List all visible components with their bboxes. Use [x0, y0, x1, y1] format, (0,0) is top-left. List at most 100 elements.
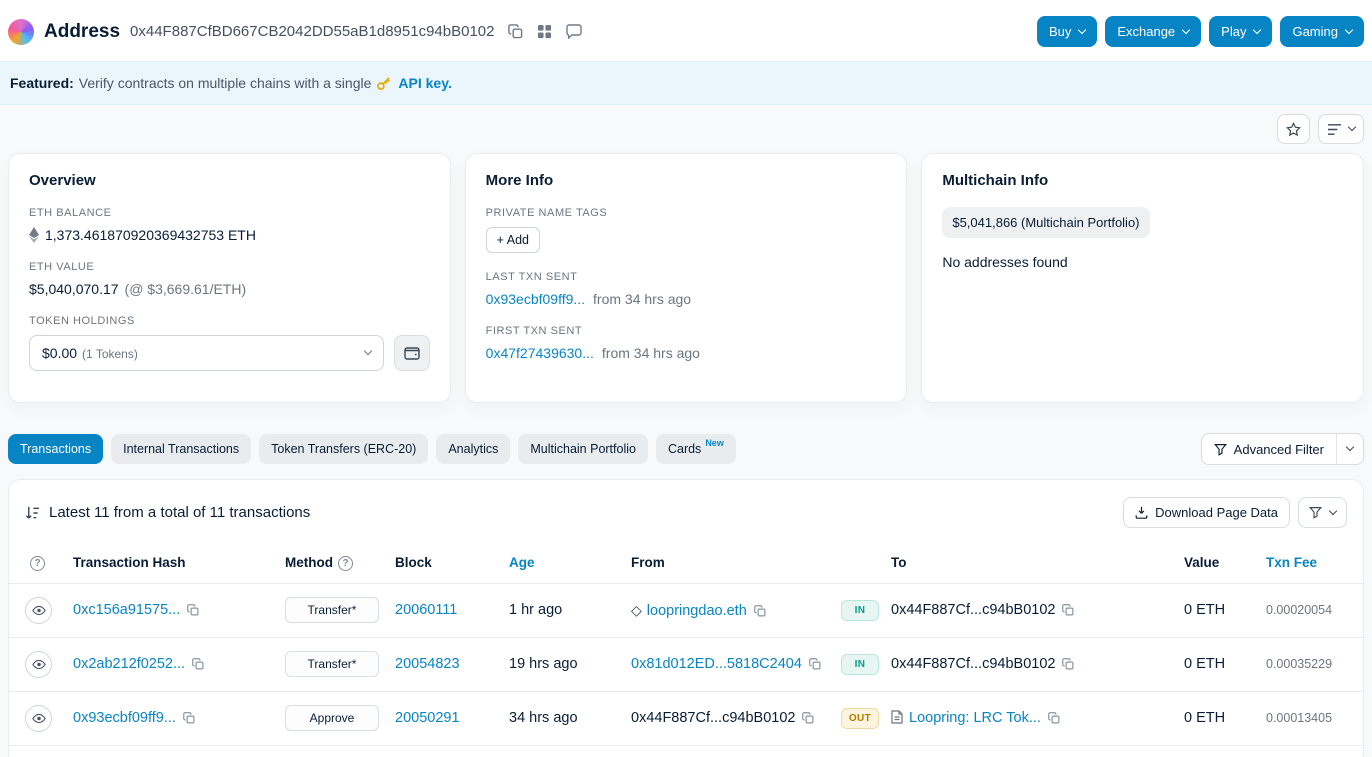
address-value: 0x44F887CfBD667CB2042DD55aB1d8951c94bB01… — [130, 23, 494, 40]
tab-cards[interactable]: CardsNew — [656, 434, 736, 464]
multichain-info-card: Multichain Info $5,041,866 (Multichain P… — [921, 153, 1364, 403]
from-address[interactable]: loopringdao.eth — [647, 603, 747, 619]
copy-icon[interactable] — [754, 605, 766, 617]
to-address[interactable]: 0x44F887Cf...c94bB0102 — [891, 602, 1055, 618]
eth-icon — [29, 227, 39, 243]
transactions-card: Latest 11 from a total of 11 transaction… — [8, 479, 1364, 757]
col-txn-fee[interactable]: Txn Fee — [1258, 545, 1363, 583]
copy-icon[interactable] — [183, 712, 195, 724]
eye-icon[interactable] — [25, 651, 52, 678]
table-row: 0x2ab212f0252... Transfer* 20054823 19 h… — [9, 637, 1363, 691]
first-txn-sent-label: FIRST TXN SENT — [486, 325, 887, 337]
new-badge: New — [705, 438, 724, 448]
tab-multichain-portfolio[interactable]: Multichain Portfolio — [518, 434, 648, 464]
block-link[interactable]: 20060111 — [395, 602, 457, 618]
sort-icon — [25, 506, 40, 520]
copy-icon[interactable] — [1062, 658, 1074, 670]
copy-icon[interactable] — [192, 658, 204, 670]
view-toggle-button[interactable] — [1318, 114, 1364, 144]
tab-analytics[interactable]: Analytics — [436, 434, 510, 464]
col-method: Method? — [277, 545, 387, 583]
last-txn-hash-link[interactable]: 0x93ecbf09ff9... — [486, 291, 585, 307]
token-holdings-select[interactable]: $0.00 (1 Tokens) — [29, 335, 384, 371]
txn-value: 0 ETH — [1184, 656, 1225, 672]
chevron-down-icon — [1346, 443, 1354, 451]
txn-hash-link[interactable]: 0x2ab212f0252... — [73, 656, 185, 672]
to-address[interactable]: 0x44F887Cf...c94bB0102 — [891, 656, 1055, 672]
more-info-title: More Info — [486, 172, 887, 189]
copy-icon[interactable] — [187, 604, 199, 616]
buy-button[interactable]: Buy — [1037, 16, 1097, 47]
txn-fee: 0.00020054 — [1266, 603, 1332, 617]
direction-badge: IN — [841, 654, 879, 675]
from-address[interactable]: 0x44F887Cf...c94bB0102 — [631, 710, 795, 726]
eth-value: $5,040,070.17 — [29, 281, 119, 297]
last-txn-sent-label: LAST TXN SENT — [486, 271, 887, 283]
help-icon[interactable]: ? — [30, 556, 45, 571]
overview-title: Overview — [29, 172, 430, 189]
chevron-down-icon — [363, 347, 371, 355]
advanced-filter-button: Advanced Filter — [1201, 433, 1364, 465]
chevron-down-icon — [1253, 25, 1261, 33]
advanced-filter-dropdown[interactable] — [1336, 434, 1363, 464]
from-address[interactable]: 0x81d012ED...5818C2404 — [631, 656, 802, 672]
method-badge: Approve — [285, 705, 379, 731]
featured-text: Verify contracts on multiple chains with… — [79, 75, 372, 91]
download-page-data-button[interactable]: Download Page Data — [1123, 497, 1290, 528]
col-value: Value — [1176, 545, 1258, 583]
block-link[interactable]: 20054823 — [395, 656, 460, 672]
col-age[interactable]: Age — [501, 545, 623, 583]
col-from: From — [623, 545, 833, 583]
first-txn-hash-link[interactable]: 0x47f27439630... — [486, 345, 594, 361]
advanced-filter-main[interactable]: Advanced Filter — [1202, 434, 1336, 464]
col-direction — [833, 545, 883, 583]
tab-bar: Transactions Internal Transactions Token… — [8, 434, 736, 464]
txn-hash-link[interactable]: 0xc156a91575... — [73, 602, 180, 618]
txn-value: 0 ETH — [1184, 710, 1225, 726]
method-badge: Transfer* — [285, 651, 379, 677]
tab-transactions[interactable]: Transactions — [8, 434, 103, 464]
txn-hash-link[interactable]: 0x93ecbf09ff9... — [73, 710, 176, 726]
copy-icon[interactable] — [1062, 604, 1074, 616]
comment-icon[interactable] — [566, 24, 582, 39]
col-block: Block — [387, 545, 501, 583]
gaming-button[interactable]: Gaming — [1280, 16, 1364, 47]
txn-fee: 0.00013405 — [1266, 711, 1332, 725]
col-transaction-hash: Transaction Hash — [65, 545, 277, 583]
wallet-button[interactable] — [394, 335, 430, 371]
direction-badge: IN — [841, 600, 879, 621]
exchange-button[interactable]: Exchange — [1105, 16, 1201, 47]
funnel-icon — [1309, 506, 1322, 519]
help-icon[interactable]: ? — [338, 556, 353, 571]
page-title: Address — [44, 21, 120, 43]
api-key-link[interactable]: API key. — [398, 75, 451, 91]
copy-address-icon[interactable] — [508, 24, 523, 39]
token-holdings-count: (1 Tokens) — [82, 347, 138, 361]
favorite-star-button[interactable] — [1277, 114, 1310, 144]
copy-icon[interactable] — [809, 658, 821, 670]
eye-icon[interactable] — [25, 597, 52, 624]
multichain-portfolio-badge[interactable]: $5,041,866 (Multichain Portfolio) — [942, 207, 1149, 238]
chevron-down-icon — [1329, 506, 1337, 514]
chevron-down-icon — [1345, 25, 1353, 33]
to-address[interactable]: Loopring: LRC Tok... — [909, 710, 1041, 726]
table-filter-button[interactable] — [1298, 497, 1347, 528]
chevron-down-icon — [1348, 123, 1356, 131]
direction-badge: OUT — [841, 708, 879, 729]
chevron-down-icon — [1078, 25, 1086, 33]
play-button[interactable]: Play — [1209, 16, 1272, 47]
add-name-tag-button[interactable]: + Add — [486, 227, 540, 253]
copy-icon[interactable] — [1048, 712, 1060, 724]
tab-token-transfers[interactable]: Token Transfers (ERC-20) — [259, 434, 428, 464]
copy-icon[interactable] — [802, 712, 814, 724]
more-info-card: More Info PRIVATE NAME TAGS + Add LAST T… — [465, 153, 908, 403]
chevron-down-icon — [1182, 25, 1190, 33]
multichain-title: Multichain Info — [942, 172, 1343, 189]
eye-icon[interactable] — [25, 705, 52, 732]
block-link[interactable]: 20050291 — [395, 710, 460, 726]
qr-grid-icon[interactable] — [537, 24, 552, 39]
download-icon — [1135, 506, 1148, 519]
tab-internal-transactions[interactable]: Internal Transactions — [111, 434, 251, 464]
eth-balance-label: ETH BALANCE — [29, 207, 430, 219]
key-icon — [376, 76, 391, 91]
